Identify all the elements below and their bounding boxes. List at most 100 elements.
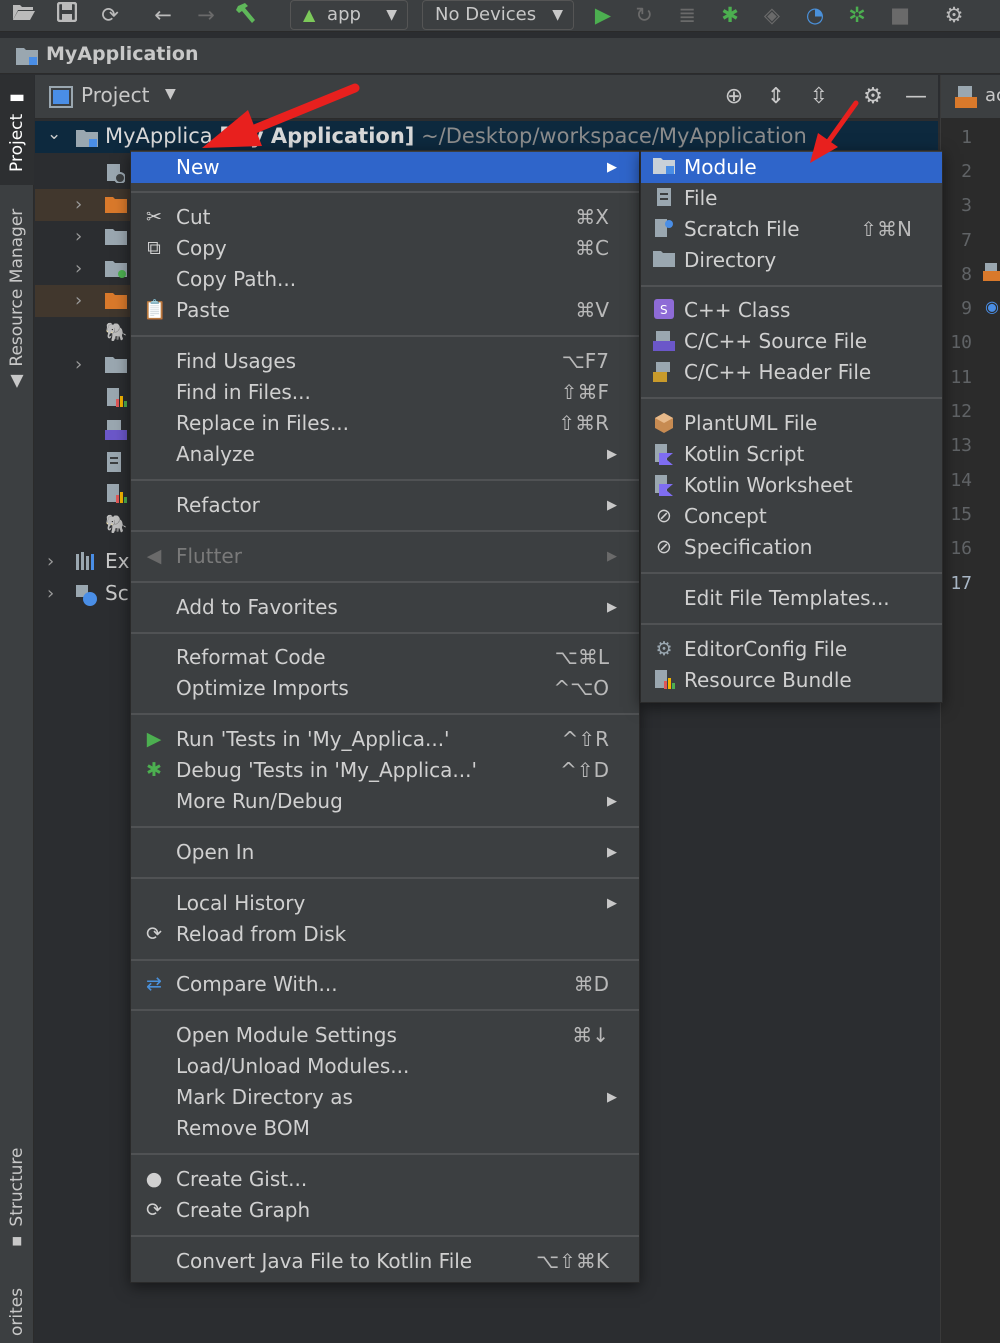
menu-item-paste[interactable]: 📋 Paste ⌘V [131,295,639,326]
tree-root-row[interactable]: ⌄ MyApplica [My Application] ~/Desktop/w… [35,121,938,153]
editor-tab[interactable]: ac [941,75,1000,119]
menu-item-find-usages[interactable]: Find Usages ⌥F7 [131,346,639,377]
apply-code-changes-icon[interactable]: ≣ [673,2,701,28]
compare-arrows-icon: ⇄ [146,973,162,995]
device-manager-icon[interactable]: ⚙ [940,2,968,28]
menu-item-shortcut: ^⇧D [560,758,609,782]
chevron-right-icon[interactable]: › [75,258,82,279]
chevron-right-icon[interactable]: › [75,290,82,311]
save-icon[interactable] [53,1,81,28]
menu-item-copy[interactable]: ⧉ Copy ⌘C [131,233,639,264]
menu-item-copy-path[interactable]: Copy Path... [131,264,639,295]
menu-item-analyze[interactable]: Analyze ▶ [131,439,639,470]
submenu-item-plantuml[interactable]: PlantUML File [641,408,942,439]
chevron-down-icon[interactable]: ⌄ [47,124,61,144]
menu-item-convert-java-to-kotlin[interactable]: Convert Java File to Kotlin File ⌥⇧⌘K [131,1246,639,1277]
hide-panel-icon[interactable]: — [901,82,931,112]
build-hammer-icon[interactable] [233,2,261,28]
menu-item-new[interactable]: New ▶ [131,152,639,183]
chevron-right-icon[interactable]: › [47,583,54,604]
apply-changes-icon[interactable]: ↻ [630,2,658,28]
gutter-marker-icon[interactable]: ◉ [985,297,999,316]
menu-item-replace-in-files[interactable]: Replace in Files... ⇧⌘R [131,408,639,439]
menu-item-more-run-debug[interactable]: More Run/Debug ▶ [131,786,639,817]
locate-file-icon[interactable]: ⊕ [719,82,749,112]
graph-icon: ⟳ [146,1199,162,1221]
line-number: 11 [950,367,972,388]
submenu-arrow-icon: ▶ [607,896,617,911]
menu-item-shortcut: ⌘D [573,972,609,996]
menu-item-refactor[interactable]: Refactor ▶ [131,490,639,521]
submenu-item-concept[interactable]: ⊘ Concept [641,501,942,532]
menu-item-label: Refactor [176,493,260,517]
menu-item-label: Flutter [176,544,242,568]
menu-item-reformat-code[interactable]: Reformat Code ⌥⌘L [131,642,639,673]
menu-item-cut[interactable]: ✂ Cut ⌘X [131,202,639,233]
menu-item-compare-with[interactable]: ⇄ Compare With... ⌘D [131,969,639,1000]
tool-window-structure-tab[interactable]: ▪ Structure [0,1140,34,1260]
cpp-class-icon: S [653,299,675,321]
submenu-item-directory[interactable]: Directory [641,245,942,276]
project-view-dropdown[interactable]: Project [81,83,149,107]
menu-item-label: Scratch File [684,217,800,241]
submenu-item-cpp-source[interactable]: C/C++ Source File [641,326,942,357]
back-arrow-icon[interactable]: ← [149,2,177,28]
forward-arrow-icon[interactable]: → [192,2,220,28]
gradle-elephant-icon: 🐘 [105,514,128,535]
menu-item-open-module-settings[interactable]: Open Module Settings ⌘↓ [131,1020,639,1051]
menu-item-find-in-files[interactable]: Find in Files... ⇧⌘F [131,377,639,408]
submenu-item-scratch-file[interactable]: Scratch File ⇧⌘N [641,214,942,245]
run-icon[interactable]: ▶ [589,2,617,28]
coverage-icon[interactable]: ◈ [758,2,786,28]
menu-item-flutter[interactable]: ◀ Flutter ▶ [131,541,639,572]
sync-icon[interactable]: ⟳ [96,2,124,28]
submenu-item-editorconfig[interactable]: ⚙ EditorConfig File [641,634,942,665]
submenu-item-kotlin-script[interactable]: Kotlin Script [641,439,942,470]
profile-icon[interactable]: ◔ [801,2,829,28]
submenu-item-specification[interactable]: ⊘ Specification [641,532,942,563]
debug-icon[interactable]: ✱ [716,2,744,28]
menu-item-label: Copy [176,236,227,260]
submenu-item-cpp-header[interactable]: C/C++ Header File [641,357,942,388]
submenu-item-module[interactable]: Module [641,152,942,183]
submenu-item-file[interactable]: File [641,183,942,214]
stop-icon[interactable]: ■ [886,2,914,28]
menu-item-debug-tests[interactable]: ✱ Debug 'Tests in 'My_Applica...' ^⇧D [131,755,639,786]
collapse-all-icon[interactable]: ⇳ [804,82,834,112]
copy-icon: ⧉ [147,237,161,259]
menu-item-mark-directory-as[interactable]: Mark Directory as ▶ [131,1082,639,1113]
menu-item-reload-from-disk[interactable]: ⟳ Reload from Disk [131,919,639,950]
menu-item-load-unload-modules[interactable]: Load/Unload Modules... [131,1051,639,1082]
tool-window-project-tab[interactable]: Project ▬ [0,75,34,185]
submenu-item-resource-bundle[interactable]: Resource Bundle [641,665,942,696]
menu-item-local-history[interactable]: Local History ▶ [131,888,639,919]
chevron-right-icon[interactable]: › [75,194,82,215]
tool-window-favorites-tab[interactable]: orites [0,1280,34,1343]
gear-icon[interactable]: ⚙ [858,82,888,112]
submenu-item-edit-file-templates[interactable]: Edit File Templates... [641,583,942,614]
menu-item-add-to-favorites[interactable]: Add to Favorites ▶ [131,592,639,623]
library-icon [75,552,97,572]
chevron-down-icon[interactable]: ▼ [165,86,176,102]
attach-debugger-icon[interactable]: ✲ [843,2,871,28]
specification-icon: ⊘ [656,536,672,558]
menu-item-run-tests[interactable]: ▶ Run 'Tests in 'My_Applica...' ^⇧R [131,724,639,755]
chevron-right-icon[interactable]: › [75,354,82,375]
menu-item-create-gist[interactable]: ● Create Gist... [131,1164,639,1195]
submenu-item-kotlin-worksheet[interactable]: Kotlin Worksheet [641,470,942,501]
editor-tab-label: ac [985,85,1000,106]
chevron-right-icon[interactable]: › [47,551,54,572]
menu-separator [131,335,639,337]
chevron-right-icon[interactable]: › [75,226,82,247]
tool-window-resource-manager-tab[interactable]: ▲ Resource Manager [0,200,34,400]
menu-item-create-graph[interactable]: ⟳ Create Graph [131,1195,639,1226]
expand-all-icon[interactable]: ⇕ [761,82,791,112]
breadcrumb-project[interactable]: MyApplication [46,43,198,65]
menu-item-open-in[interactable]: Open In ▶ [131,837,639,868]
run-config-dropdown[interactable]: ▲ app ▼ [290,0,408,30]
submenu-item-cpp-class[interactable]: S C++ Class [641,295,942,326]
device-dropdown[interactable]: No Devices ▼ [422,0,574,30]
open-folder-icon[interactable] [10,2,38,28]
menu-item-optimize-imports[interactable]: Optimize Imports ^⌥O [131,673,639,704]
menu-item-remove-bom[interactable]: Remove BOM [131,1113,639,1144]
